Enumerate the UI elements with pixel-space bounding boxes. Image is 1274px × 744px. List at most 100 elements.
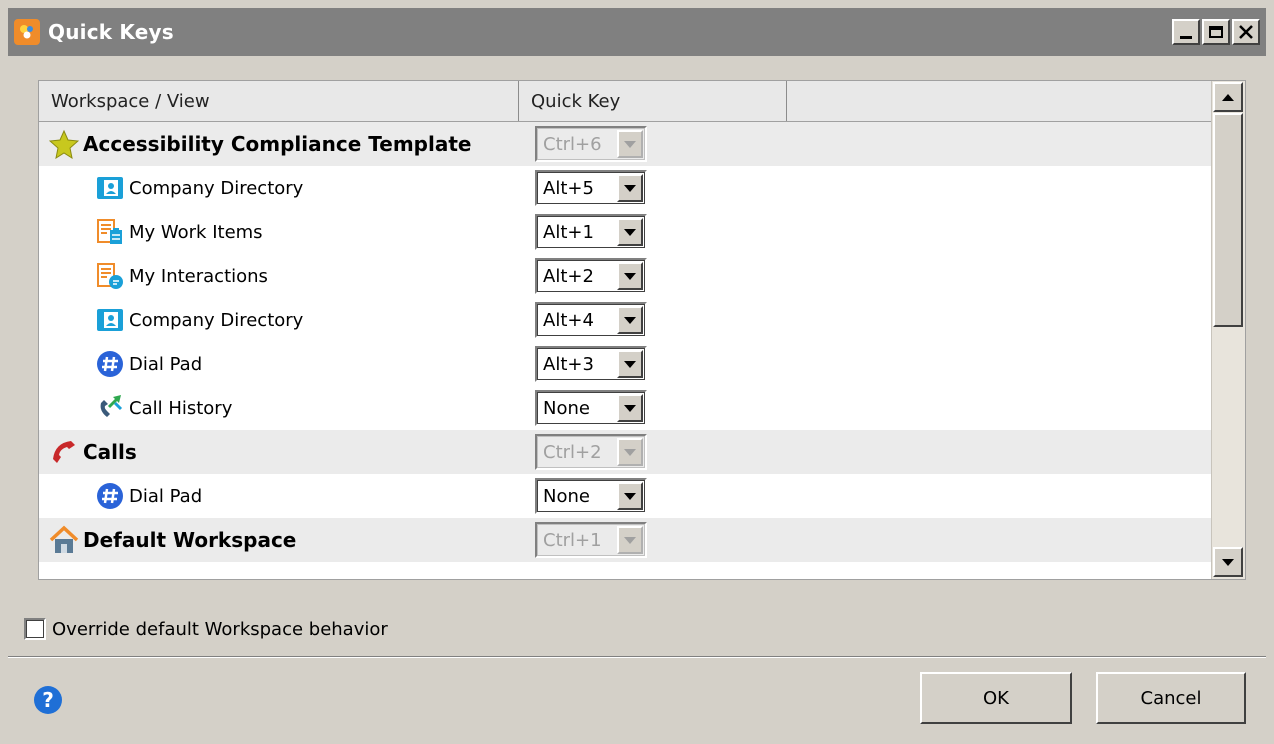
row-label: Company Directory (129, 177, 304, 199)
quick-key-value: Alt+1 (543, 221, 594, 243)
quick-key-value: None (543, 397, 590, 419)
row-label: Default Workspace (83, 528, 297, 552)
row-label: Calls (83, 440, 137, 464)
row-name-cell: Call History (39, 393, 519, 423)
quick-key-value: Ctrl+1 (543, 529, 602, 551)
view-row[interactable]: Dial Pad Alt+3 (39, 342, 1214, 386)
divider (8, 656, 1266, 658)
dropdown-arrow-button[interactable] (617, 394, 643, 422)
quick-key-cell: Ctrl+2 (535, 434, 647, 470)
quick-key-value: None (543, 485, 590, 507)
close-button[interactable] (1232, 19, 1260, 45)
quick-key-dropdown: Ctrl+1 (535, 522, 647, 558)
quick-key-cell: Alt+4 (535, 302, 647, 338)
call-history-icon (95, 393, 125, 423)
quick-key-dropdown[interactable]: None (535, 390, 647, 426)
view-row[interactable]: My Work Items Alt+1 (39, 210, 1214, 254)
help-icon[interactable]: ? (34, 686, 62, 714)
column-header-workspace-view[interactable]: Workspace / View (39, 81, 519, 121)
quick-key-value: Ctrl+6 (543, 133, 602, 155)
quick-key-cell: None (535, 390, 647, 426)
workspace-row[interactable]: Calls Ctrl+2 (39, 430, 1214, 474)
dropdown-arrow-button (617, 526, 643, 554)
home-icon (49, 525, 79, 555)
company-directory-icon (95, 173, 125, 203)
view-row[interactable]: Call History None (39, 386, 1214, 430)
view-row[interactable]: Company Directory Alt+5 (39, 166, 1214, 210)
quick-key-cell: Alt+2 (535, 258, 647, 294)
chevron-down-icon (624, 316, 636, 324)
override-label: Override default Workspace behavior (52, 618, 388, 640)
chevron-down-icon (624, 140, 636, 148)
scroll-up-button[interactable] (1213, 82, 1243, 112)
quick-key-dropdown[interactable]: Alt+5 (535, 170, 647, 206)
table-header: Workspace / View Quick Key (39, 81, 1214, 122)
quick-key-cell: Ctrl+1 (535, 522, 647, 558)
scroll-thumb[interactable] (1213, 113, 1243, 327)
column-header-quick-key[interactable]: Quick Key (519, 81, 787, 121)
chevron-down-icon (624, 492, 636, 500)
dropdown-arrow-button[interactable] (617, 482, 643, 510)
quick-key-cell: Alt+3 (535, 346, 647, 382)
quick-key-cell: Alt+5 (535, 170, 647, 206)
minimize-button[interactable] (1172, 19, 1200, 45)
row-label: Dial Pad (129, 485, 203, 507)
row-label: Dial Pad (129, 353, 203, 375)
view-row[interactable]: Company Directory Alt+4 (39, 298, 1214, 342)
dropdown-arrow-button[interactable] (617, 262, 643, 290)
quick-key-value: Alt+4 (543, 309, 594, 331)
title-bar[interactable]: Quick Keys (8, 8, 1266, 56)
cancel-button[interactable]: Cancel (1096, 672, 1246, 724)
quick-key-dropdown[interactable]: Alt+2 (535, 258, 647, 294)
dropdown-arrow-button (617, 130, 643, 158)
row-label: Call History (129, 397, 233, 419)
quick-key-dropdown[interactable]: Alt+4 (535, 302, 647, 338)
row-name-cell: My Interactions (39, 261, 519, 291)
maximize-button[interactable] (1202, 19, 1230, 45)
row-name-cell: Dial Pad (39, 349, 519, 379)
dropdown-arrow-button[interactable] (617, 350, 643, 378)
row-name-cell: Company Directory (39, 173, 519, 203)
dropdown-arrow-button[interactable] (617, 306, 643, 334)
star-icon (49, 129, 79, 159)
row-label: Company Directory (129, 309, 304, 331)
override-option[interactable]: Override default Workspace behavior (24, 618, 388, 640)
chevron-down-icon (624, 184, 636, 192)
quick-key-dropdown[interactable]: Alt+3 (535, 346, 647, 382)
chevron-down-icon (624, 272, 636, 280)
workspace-row[interactable]: Default Workspace Ctrl+1 (39, 518, 1214, 562)
company-directory-icon (95, 305, 125, 335)
dropdown-arrow-button[interactable] (617, 218, 643, 246)
phone-icon (49, 437, 79, 467)
quick-key-value: Alt+2 (543, 265, 594, 287)
dropdown-arrow-button[interactable] (617, 174, 643, 202)
column-header-empty[interactable] (787, 81, 1214, 121)
chevron-down-icon (624, 536, 636, 544)
dropdown-arrow-button (617, 438, 643, 466)
quick-key-value: Alt+3 (543, 353, 594, 375)
view-row[interactable]: Dial Pad None (39, 474, 1214, 518)
vertical-scrollbar[interactable] (1211, 81, 1245, 579)
view-row[interactable]: My Interactions Alt+2 (39, 254, 1214, 298)
quick-key-dropdown[interactable]: Alt+1 (535, 214, 647, 250)
row-name-cell: Dial Pad (39, 481, 519, 511)
quick-key-dropdown: Ctrl+2 (535, 434, 647, 470)
row-name-cell: Company Directory (39, 305, 519, 335)
app-logo-icon (14, 19, 40, 45)
table-body: Accessibility Compliance Template Ctrl+6 C… (39, 122, 1214, 562)
row-name-cell: Default Workspace (39, 525, 519, 555)
row-name-cell: Accessibility Compliance Template (39, 129, 519, 159)
workspace-row[interactable]: Accessibility Compliance Template Ctrl+6 (39, 122, 1214, 166)
close-icon (1239, 25, 1253, 39)
quick-key-dropdown[interactable]: None (535, 478, 647, 514)
arrow-up-icon (1222, 93, 1234, 101)
dial-pad-icon (95, 481, 125, 511)
quick-keys-dialog: Quick Keys Workspace / View Quick Key Ac… (0, 0, 1274, 744)
chevron-down-icon (624, 448, 636, 456)
override-checkbox[interactable] (24, 618, 46, 640)
quick-key-cell: Alt+1 (535, 214, 647, 250)
ok-button[interactable]: OK (920, 672, 1072, 724)
dial-pad-icon (95, 349, 125, 379)
row-label: Accessibility Compliance Template (83, 132, 472, 156)
scroll-down-button[interactable] (1213, 547, 1243, 577)
